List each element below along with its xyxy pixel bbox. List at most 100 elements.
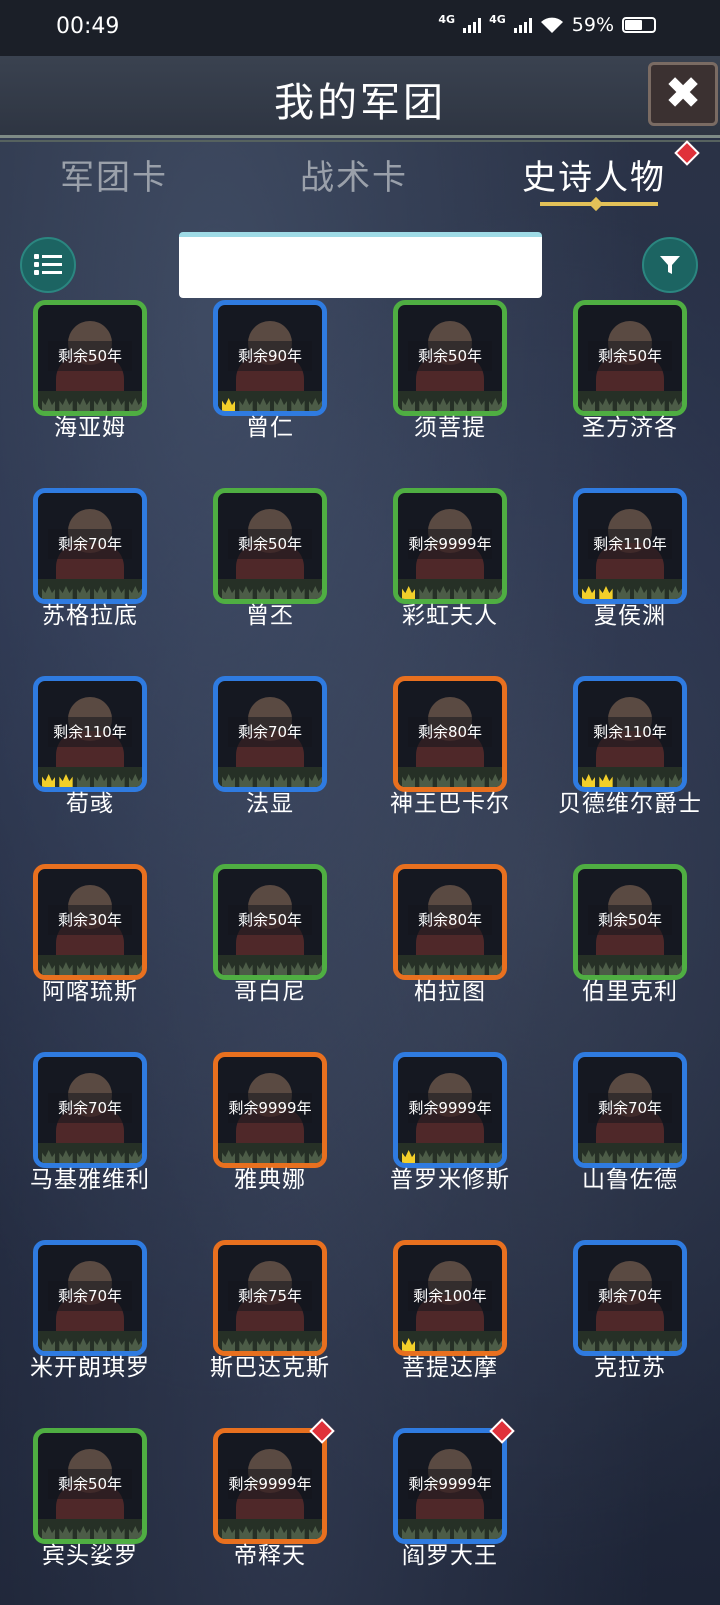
character-card[interactable]: 剩余9999年 普罗米修斯 (360, 1048, 540, 1230)
crown-icon (42, 774, 56, 787)
character-portrait-frame: 剩余9999年 (393, 1428, 507, 1544)
crown-icon (42, 1526, 56, 1539)
crown-icon (599, 1338, 613, 1351)
character-card[interactable]: 剩余9999年 帝释天 (180, 1418, 360, 1605)
character-portrait-frame: 剩余9999年 (393, 488, 507, 604)
tab-tactic-cards[interactable]: 战术卡 (300, 150, 408, 199)
character-card[interactable]: 剩余110年 荀彧 (0, 672, 180, 854)
character-card[interactable]: 剩余70年 法显 (180, 672, 360, 854)
character-card[interactable]: 剩余50年 宾头娑罗 (0, 1424, 180, 1605)
character-card[interactable]: 剩余70年 山鲁佐德 (540, 1048, 720, 1230)
crown-icon (76, 1526, 90, 1539)
character-portrait-frame: 剩余110年 (573, 488, 687, 604)
crown-rank-bar (218, 579, 322, 599)
tab-army-cards[interactable]: 军团卡 (60, 150, 168, 199)
crown-icon (488, 398, 502, 411)
character-card[interactable]: 剩余90年 曾仁 (180, 296, 360, 478)
crown-icon (291, 586, 305, 599)
character-card[interactable]: 剩余50年 海亚姆 (0, 296, 180, 478)
crown-icon (256, 1526, 270, 1539)
character-card[interactable]: 剩余80年 神王巴卡尔 (360, 672, 540, 854)
close-button[interactable]: ✖ (648, 62, 718, 126)
crown-rank-bar (38, 955, 142, 975)
crown-icon (488, 1526, 502, 1539)
crown-icon (93, 1150, 108, 1163)
crown-icon (402, 586, 416, 599)
crown-icon (668, 398, 682, 411)
crown-icon (453, 962, 468, 975)
character-card[interactable]: 剩余110年贝德维尔爵士 (540, 672, 720, 854)
character-card[interactable]: 剩余50年 须菩提 (360, 296, 540, 478)
crown-icon (668, 962, 682, 975)
character-card[interactable]: 剩余50年曾丕 (180, 484, 360, 666)
remaining-years-label: 剩余70年 (588, 1281, 672, 1311)
crown-icon (651, 586, 665, 599)
remaining-years-label: 剩余50年 (228, 529, 312, 559)
character-card[interactable]: 剩余9999年 彩虹夫人 (360, 484, 540, 666)
character-name: 苏格拉底 (42, 603, 138, 629)
tab-epic-characters[interactable]: 史诗人物 (522, 150, 666, 199)
crown-icon (308, 586, 322, 599)
crown-rank-bar (218, 955, 322, 975)
character-name: 宾头娑罗 (42, 1543, 138, 1569)
filter-button[interactable] (642, 237, 698, 293)
crown-icon (59, 1150, 73, 1163)
list-view-button[interactable] (20, 237, 76, 293)
remaining-years-label: 剩余80年 (408, 717, 492, 747)
search-input[interactable] (179, 232, 542, 298)
character-name: 菩提达摩 (402, 1355, 498, 1381)
crown-icon (239, 1150, 253, 1163)
crown-icon (616, 774, 630, 787)
character-card[interactable]: 剩余30年 阿喀琉斯 (0, 860, 180, 1042)
crown-icon (582, 774, 596, 787)
character-card[interactable]: 剩余75年 斯巴达克斯 (180, 1236, 360, 1418)
character-card[interactable]: 剩余70年 苏格拉底 (0, 484, 180, 666)
crown-icon (616, 962, 630, 975)
crown-icon (582, 586, 596, 599)
crown-icon (273, 398, 288, 411)
remaining-years-label: 剩余110年 (588, 717, 672, 747)
crown-icon (419, 774, 433, 787)
remaining-years-label: 剩余70年 (588, 1093, 672, 1123)
crown-icon (308, 1526, 322, 1539)
character-name: 马基雅维利 (30, 1167, 150, 1193)
character-card[interactable]: 剩余50年 伯里克利 (540, 860, 720, 1042)
character-name: 曾仁 (246, 415, 294, 441)
crown-rank-bar (38, 767, 142, 787)
character-name: 帝释天 (234, 1543, 306, 1569)
remaining-years-label: 剩余9999年 (408, 529, 492, 559)
character-portrait-frame: 剩余100年 (393, 1240, 507, 1356)
character-name: 伯里克利 (582, 979, 678, 1005)
crown-icon (256, 1150, 270, 1163)
character-card[interactable]: 剩余70年 克拉苏 (540, 1236, 720, 1418)
character-card[interactable]: 剩余50年 圣方济各 (540, 296, 720, 478)
crown-icon (419, 1526, 433, 1539)
crown-icon (76, 586, 90, 599)
crown-icon (308, 398, 322, 411)
crown-icon (651, 774, 665, 787)
crown-icon (59, 962, 73, 975)
crown-icon (239, 1338, 253, 1351)
crown-icon (582, 1150, 596, 1163)
crown-icon (453, 1150, 468, 1163)
character-card[interactable]: 剩余9999年 阎罗大王 (360, 1418, 540, 1605)
character-card[interactable]: 剩余80年 柏拉图 (360, 860, 540, 1042)
crown-icon (651, 1150, 665, 1163)
crown-icon (128, 1338, 142, 1351)
crown-icon (402, 774, 416, 787)
character-name: 贝德维尔爵士 (558, 791, 702, 817)
character-name: 曾丕 (246, 603, 294, 629)
crown-icon (402, 398, 416, 411)
character-card[interactable]: 剩余50年 哥白尼 (180, 860, 360, 1042)
character-card[interactable]: 剩余70年 马基雅维利 (0, 1048, 180, 1230)
character-card[interactable]: 剩余70年 米开朗琪罗 (0, 1236, 180, 1418)
character-card[interactable]: 剩余9999年 雅典娜 (180, 1048, 360, 1230)
crown-icon (273, 962, 288, 975)
character-card[interactable]: 剩余100年 菩提达摩 (360, 1236, 540, 1418)
crown-icon (651, 1338, 665, 1351)
battery-percent: 59% (571, 14, 614, 36)
character-name: 雅典娜 (234, 1167, 306, 1193)
crown-icon (42, 962, 56, 975)
remaining-years-label: 剩余30年 (48, 905, 132, 935)
character-card[interactable]: 剩余110年 夏侯渊 (540, 484, 720, 666)
